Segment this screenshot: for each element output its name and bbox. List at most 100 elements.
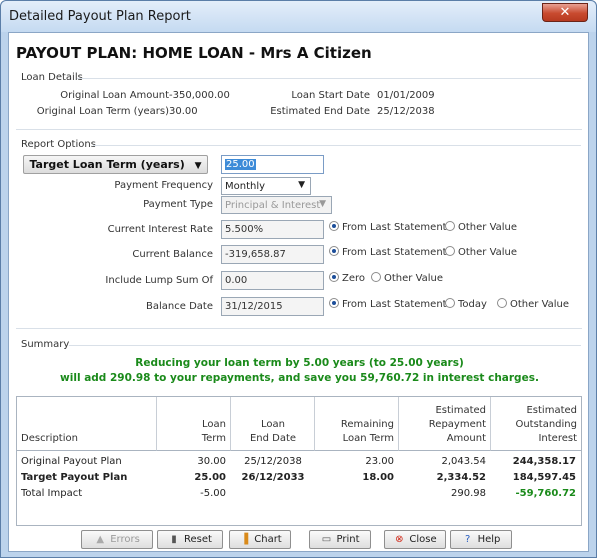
printer-icon: ▭ <box>321 534 332 545</box>
original-loan-term-label: Original Loan Term (years) <box>36 106 169 117</box>
balance-date-label: Balance Date <box>146 301 213 312</box>
interest-rate-radio-last-statement[interactable]: From Last Statement <box>329 221 447 233</box>
help-button[interactable]: ? Help <box>450 530 512 549</box>
errors-button[interactable]: ▲ Errors <box>81 530 153 549</box>
radio-icon <box>371 272 381 282</box>
title-bar[interactable]: Detailed Payout Plan Report ✕ <box>1 1 596 32</box>
header-text: Loan Term <box>201 419 226 444</box>
cell-repayment: 2,334.52 <box>436 472 486 483</box>
radio-selected-icon <box>329 272 339 282</box>
cell-description: Target Payout Plan <box>21 472 128 483</box>
original-loan-term-value: 30.00 <box>169 106 198 117</box>
header-text: Estimated Repayment Amount <box>428 405 486 444</box>
button-label: Help <box>477 534 501 545</box>
radio-icon <box>445 298 455 308</box>
summary-line-2: will add 290.98 to your repayments, and … <box>60 372 539 384</box>
target-loan-term-dropdown-button[interactable]: Target Loan Term (years) ▼ <box>23 155 208 174</box>
chart-button[interactable]: ▐ Chart <box>229 530 291 549</box>
payment-type-select: Principal & Interest ▼ <box>221 196 332 214</box>
lump-sum-label: Include Lump Sum Of <box>105 275 213 286</box>
target-loan-term-label: Target Loan Term (years) <box>29 158 185 171</box>
cell-interest: 184,597.45 <box>512 472 576 483</box>
close-button[interactable]: ⊗ Close <box>384 530 446 549</box>
table-header-loan-end-date[interactable]: Loan End Date <box>231 397 315 451</box>
divider <box>93 145 581 146</box>
radio-label: Zero <box>342 273 366 284</box>
cell-interest: -59,760.72 <box>515 488 576 499</box>
target-loan-term-input[interactable]: 25.00 <box>221 155 324 174</box>
table-header-loan-term[interactable]: Loan Term <box>157 397 231 451</box>
button-label: Errors <box>110 534 140 545</box>
page-title: PAYOUT PLAN: HOME LOAN - Mrs A Citizen <box>16 44 372 62</box>
balance-date-radio-other-value[interactable]: Other Value <box>497 298 569 310</box>
divider <box>77 78 581 79</box>
balance-date-radio-last-statement[interactable]: From Last Statement <box>329 298 447 310</box>
original-loan-amount-label: Original Loan Amount <box>60 90 169 101</box>
balance-date-radio-today[interactable]: Today <box>445 298 487 310</box>
summary-label: Summary <box>21 339 70 350</box>
divider <box>16 129 582 130</box>
report-window: Detailed Payout Plan Report ✕ PAYOUT PLA… <box>0 0 597 558</box>
divider <box>16 328 582 329</box>
radio-icon <box>445 221 455 231</box>
lump-sum-input[interactable]: 0.00 <box>221 271 324 290</box>
lump-sum-radio-zero[interactable]: Zero <box>329 272 365 284</box>
table-header-description[interactable]: Description <box>17 397 157 451</box>
window-close-icon[interactable]: ✕ <box>542 3 588 22</box>
interest-rate-radio-other-value[interactable]: Other Value <box>445 221 517 233</box>
payout-table: Description Loan Term Loan End Date Remain… <box>16 396 582 526</box>
chevron-down-icon: ▼ <box>298 180 305 190</box>
payment-frequency-value: Monthly <box>225 181 266 192</box>
button-label: Reset <box>184 534 212 545</box>
cell-loan-term: 30.00 <box>197 456 226 467</box>
button-label: Chart <box>254 534 282 545</box>
summary-line-1: Reducing your loan term by 5.00 years (t… <box>135 357 464 369</box>
warning-icon: ▲ <box>96 534 105 545</box>
estimated-end-date-value: 25/12/2038 <box>377 106 435 117</box>
cell-description: Original Payout Plan <box>21 456 122 467</box>
cell-loan-term: -5.00 <box>200 488 226 499</box>
radio-label: From Last Statement <box>342 222 447 233</box>
table-header-repayment-amount[interactable]: Estimated Repayment Amount <box>399 397 491 451</box>
close-circle-icon: ⊗ <box>395 534 404 545</box>
button-label: Close <box>409 534 437 545</box>
current-balance-radio-other-value[interactable]: Other Value <box>445 246 517 258</box>
cell-remaining-term: 18.00 <box>362 472 394 483</box>
header-text: Estimated Outstanding Interest <box>515 405 577 444</box>
reset-button[interactable]: ▮ Reset <box>157 530 223 549</box>
radio-icon <box>497 298 507 308</box>
cell-end-date: 26/12/2033 <box>241 472 305 483</box>
header-text: Remaining Loan Term <box>340 419 394 444</box>
header-text: Description <box>21 433 78 444</box>
table-header-outstanding-interest[interactable]: Estimated Outstanding Interest <box>491 397 581 451</box>
current-balance-label: Current Balance <box>132 249 213 260</box>
cell-end-date: 25/12/2038 <box>244 456 302 467</box>
loan-start-date-value: 01/01/2009 <box>377 90 435 101</box>
cell-description: Total Impact <box>21 488 83 499</box>
cell-remaining-term: 23.00 <box>365 456 394 467</box>
cell-repayment: 290.98 <box>451 488 486 499</box>
radio-label: Other Value <box>458 247 518 258</box>
loan-details-label: Loan Details <box>21 72 83 83</box>
radio-selected-icon <box>329 298 339 308</box>
payment-type-label: Payment Type <box>143 199 213 210</box>
chevron-down-icon: ▼ <box>194 161 202 171</box>
balance-date-input[interactable]: 31/12/2015 <box>221 297 324 316</box>
cell-repayment: 2,043.54 <box>441 456 486 467</box>
radio-label: Today <box>458 299 487 310</box>
trash-icon: ▮ <box>171 534 177 545</box>
original-loan-amount-value: -350,000.00 <box>169 90 230 101</box>
current-balance-radio-last-statement[interactable]: From Last Statement <box>329 246 447 258</box>
radio-label: Other Value <box>458 222 518 233</box>
radio-label: Other Value <box>384 273 444 284</box>
help-icon: ? <box>464 534 471 545</box>
interest-rate-input[interactable]: 5.500% <box>221 220 324 239</box>
interest-rate-label: Current Interest Rate <box>107 224 213 235</box>
print-button[interactable]: ▭ Print <box>309 530 371 549</box>
lump-sum-radio-other-value[interactable]: Other Value <box>371 272 443 284</box>
payment-frequency-select[interactable]: Monthly ▼ <box>221 177 311 195</box>
current-balance-input[interactable]: -319,658.87 <box>221 245 324 264</box>
target-loan-term-value: 25.00 <box>225 159 256 170</box>
radio-icon <box>445 246 455 256</box>
table-header-remaining-loan-term[interactable]: Remaining Loan Term <box>315 397 399 451</box>
